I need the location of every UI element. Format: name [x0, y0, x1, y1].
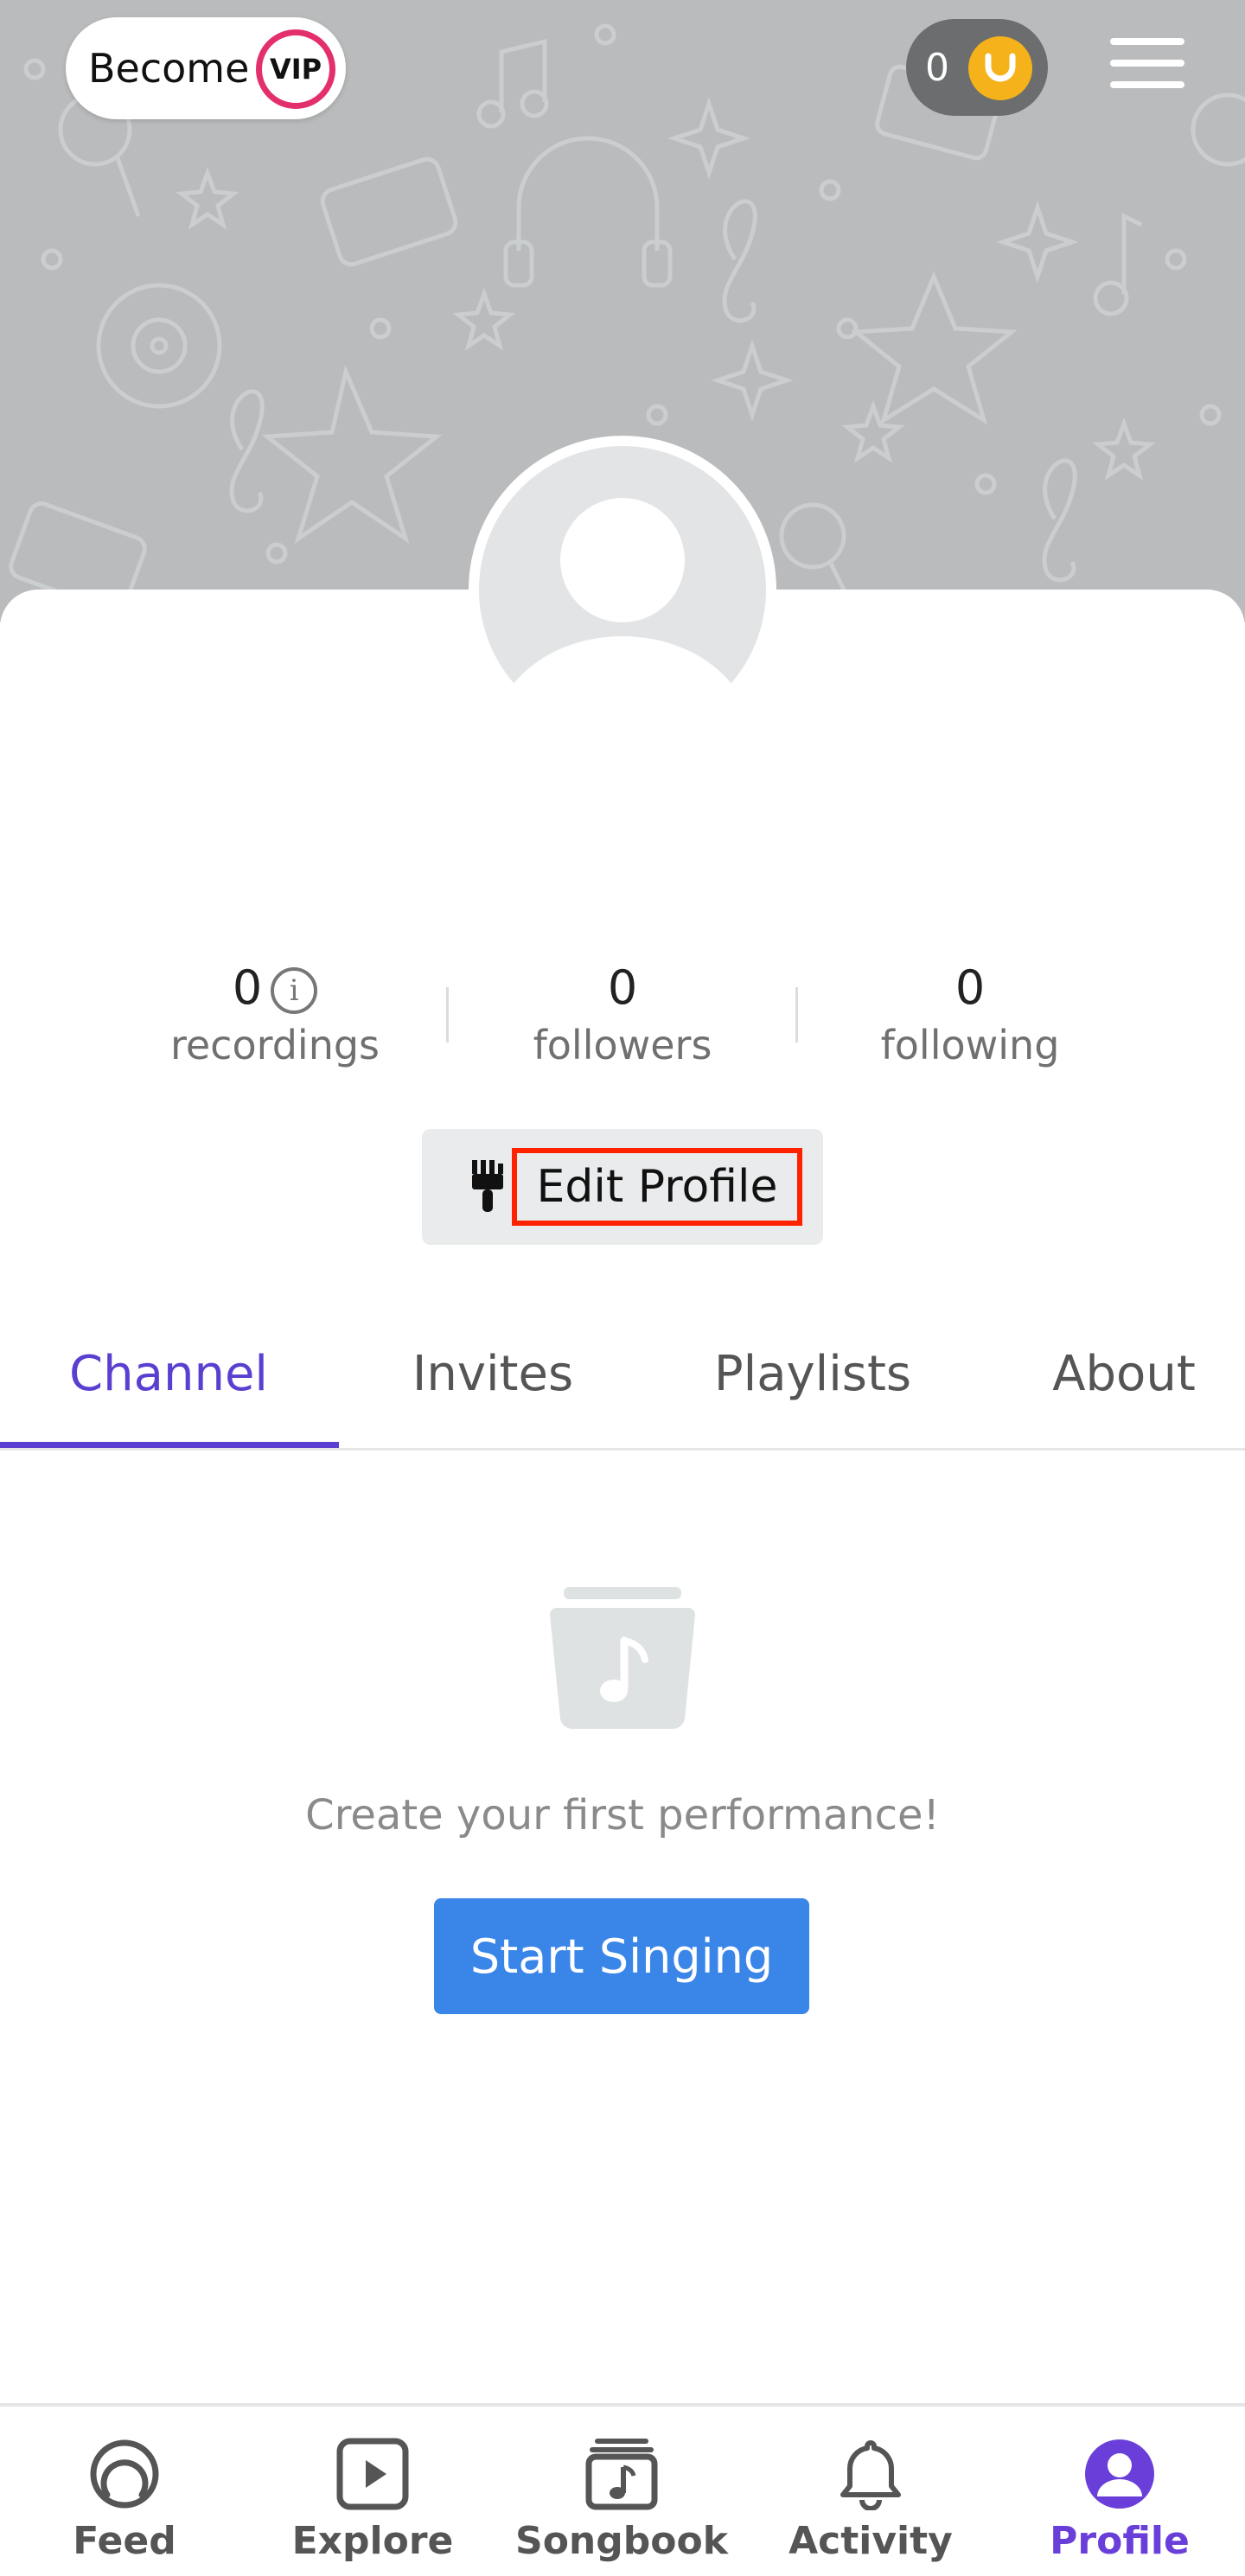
stat-followers[interactable]: 0 followers — [493, 960, 752, 1068]
tab-playlists[interactable]: Playlists — [683, 1331, 942, 1418]
hamburger-menu-icon[interactable] — [1110, 38, 1184, 95]
recordings-label: recordings — [169, 1022, 380, 1068]
stat-divider — [446, 987, 449, 1043]
nav-activity-label: Activity — [788, 2519, 953, 2563]
nav-feed[interactable]: Feed — [12, 2407, 237, 2576]
profile-card — [0, 590, 1245, 2576]
avatar[interactable] — [469, 436, 776, 743]
become-vip-button[interactable]: Become VIP — [66, 17, 346, 119]
following-count: 0 — [954, 960, 986, 1015]
become-vip-label: Become — [88, 45, 250, 92]
followers-count: 0 — [607, 960, 638, 1015]
stat-divider — [795, 987, 798, 1043]
coin-icon — [968, 36, 1032, 100]
profile-icon — [1085, 2439, 1154, 2509]
tab-about[interactable]: About — [994, 1331, 1245, 1418]
nav-profile[interactable]: Profile — [1007, 2407, 1232, 2576]
stat-following[interactable]: 0 following — [840, 960, 1100, 1068]
nav-profile-label: Profile — [1050, 2519, 1190, 2563]
empty-state-message: Create your first performance! — [305, 1791, 940, 1840]
explore-play-icon — [336, 2438, 409, 2510]
music-folder-icon — [550, 1587, 695, 1730]
stat-recordings[interactable]: 0i recordings — [145, 960, 405, 1068]
followers-label: followers — [533, 1022, 712, 1068]
tab-channel[interactable]: Channel — [35, 1331, 303, 1418]
edit-profile-label: Edit Profile — [512, 1148, 802, 1226]
nav-songbook-label: Songbook — [515, 2519, 728, 2563]
default-avatar-icon — [479, 446, 766, 733]
profile-stats: 0i recordings 0 followers 0 following — [0, 960, 1245, 1081]
coin-balance-button[interactable]: 0 — [906, 19, 1048, 116]
bell-icon — [840, 2440, 901, 2510]
coin-count: 0 — [925, 45, 949, 90]
tabs-divider — [0, 1448, 1245, 1451]
nav-songbook[interactable]: Songbook — [509, 2407, 734, 2576]
start-singing-button[interactable]: Start Singing — [434, 1898, 809, 2014]
nav-explore[interactable]: Explore — [260, 2407, 485, 2576]
following-label: following — [880, 1022, 1060, 1068]
tab-invites[interactable]: Invites — [363, 1331, 622, 1418]
active-tab-indicator — [0, 1442, 339, 1448]
nav-activity[interactable]: Activity — [758, 2407, 983, 2576]
nav-feed-label: Feed — [73, 2519, 176, 2563]
vip-badge: VIP — [256, 29, 335, 109]
songbook-icon — [585, 2439, 658, 2510]
recordings-count: 0 — [232, 960, 263, 1015]
edit-profile-button[interactable]: Edit Profile — [422, 1129, 823, 1245]
nav-explore-label: Explore — [291, 2519, 454, 2563]
paintbrush-icon — [472, 1160, 503, 1212]
bottom-navigation: Feed Explore Songbook Activity Profile — [0, 2403, 1245, 2576]
info-icon[interactable]: i — [271, 967, 318, 1015]
feed-icon — [90, 2439, 159, 2509]
profile-tabs: Channel Invites Playlists About — [0, 1331, 1245, 1452]
